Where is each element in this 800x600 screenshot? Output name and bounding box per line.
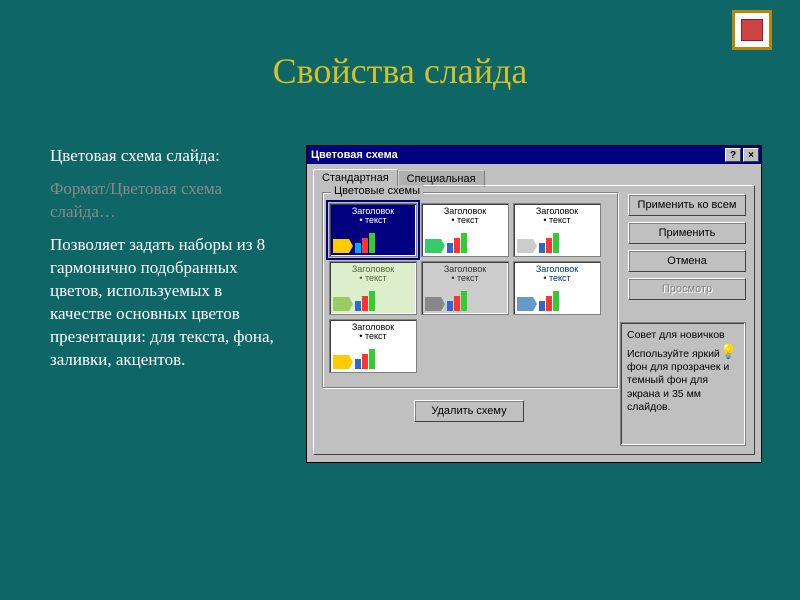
- color-scheme-option-4[interactable]: Заголовок• текст: [421, 261, 509, 315]
- color-scheme-option-5[interactable]: Заголовок• текст: [513, 261, 601, 315]
- scheme-text: • текст: [333, 216, 413, 226]
- page-title: Свойства слайда: [0, 50, 800, 92]
- shape-icon: [333, 355, 353, 369]
- help-button[interactable]: ?: [725, 148, 741, 162]
- scheme-preview: [425, 291, 505, 311]
- chart-icon: [355, 235, 413, 253]
- tabs: Стандартная Специальная: [307, 164, 761, 185]
- apply-all-button[interactable]: Применить ко всем: [628, 194, 746, 216]
- shape-icon: [333, 297, 353, 311]
- chart-icon: [539, 293, 597, 311]
- chart-icon: [447, 235, 505, 253]
- chart-icon: [355, 351, 413, 369]
- shape-icon: [517, 239, 537, 253]
- color-scheme-option-2[interactable]: Заголовок• текст: [513, 203, 601, 257]
- apply-button[interactable]: Применить: [628, 222, 746, 244]
- presentation-app-icon-inner: [741, 19, 763, 41]
- scheme-preview: [425, 233, 505, 253]
- color-scheme-option-1[interactable]: Заголовок• текст: [421, 203, 509, 257]
- chart-icon: [355, 293, 413, 311]
- delete-scheme-button[interactable]: Удалить схему: [414, 400, 524, 422]
- scheme-text: • текст: [333, 274, 413, 284]
- scheme-preview: [333, 349, 413, 369]
- groupbox-label: Цветовые схемы: [331, 185, 423, 197]
- scheme-text: • текст: [517, 216, 597, 226]
- scheme-preview: [517, 291, 597, 311]
- tip-title: Совет для новичков: [627, 329, 739, 342]
- preview-button[interactable]: Просмотр: [628, 278, 746, 300]
- scheme-text: • текст: [425, 274, 505, 284]
- close-button[interactable]: ×: [743, 148, 759, 162]
- scheme-text: • текст: [517, 274, 597, 284]
- dialog-title: Цветовая схема: [309, 149, 723, 161]
- color-scheme-dialog: Цветовая схема ? × Стандартная Специальн…: [306, 145, 762, 463]
- dialog-titlebar: Цветовая схема ? ×: [307, 146, 761, 164]
- lightbulb-icon: 💡: [720, 343, 737, 361]
- color-scheme-option-3[interactable]: Заголовок• текст: [329, 261, 417, 315]
- desc-menu-path: Формат/Цветовая схема слайда…: [50, 178, 280, 224]
- color-schemes-groupbox: Цветовые схемы Заголовок• текстЗаголовок…: [322, 192, 618, 388]
- shape-icon: [517, 297, 537, 311]
- scheme-preview: [333, 233, 413, 253]
- tab-panel: Цветовые схемы Заголовок• текстЗаголовок…: [313, 185, 755, 455]
- chart-icon: [447, 293, 505, 311]
- chart-icon: [539, 235, 597, 253]
- color-scheme-option-0[interactable]: Заголовок• текст: [329, 203, 417, 257]
- scheme-text: • текст: [425, 216, 505, 226]
- description-panel: Цветовая схема слайда: Формат/Цветовая с…: [50, 145, 280, 381]
- shape-icon: [425, 239, 445, 253]
- tip-box: Совет для новичков 💡 Используйте яркий ф…: [620, 322, 746, 446]
- desc-line-1: Цветовая схема слайда:: [50, 145, 280, 168]
- cancel-button[interactable]: Отмена: [628, 250, 746, 272]
- scheme-preview: [333, 291, 413, 311]
- presentation-app-icon: [732, 10, 772, 50]
- desc-body: Позволяет задать наборы из 8 гармонично …: [50, 234, 280, 372]
- tab-standard[interactable]: Стандартная: [313, 169, 398, 186]
- scheme-grid: Заголовок• текстЗаголовок• текстЗаголово…: [323, 193, 617, 383]
- scheme-text: • текст: [333, 332, 413, 342]
- scheme-preview: [517, 233, 597, 253]
- shape-icon: [425, 297, 445, 311]
- color-scheme-option-6[interactable]: Заголовок• текст: [329, 319, 417, 373]
- shape-icon: [333, 239, 353, 253]
